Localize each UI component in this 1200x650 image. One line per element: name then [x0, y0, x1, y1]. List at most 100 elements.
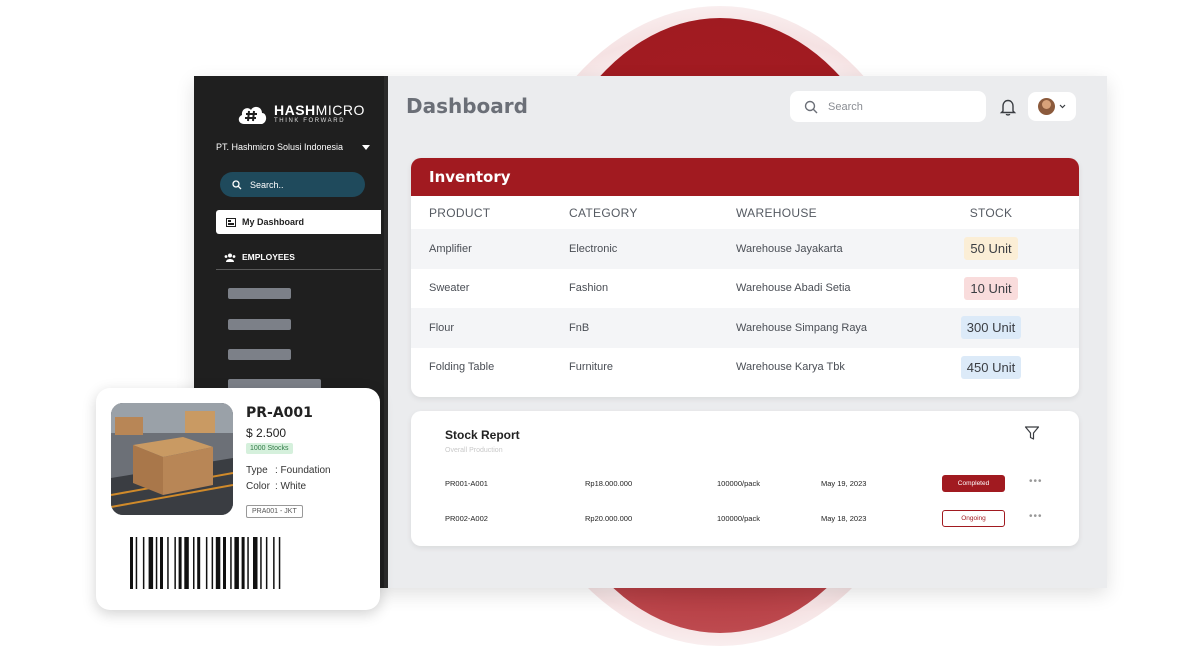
table-row[interactable]: Amplifier Electronic Warehouse Jayakarta… [411, 229, 1079, 269]
sidebar-search-placeholder: Search.. [250, 179, 284, 190]
filter-icon[interactable] [1024, 425, 1040, 441]
barcode-bar [247, 537, 249, 589]
status-badge[interactable]: Ongoing [942, 510, 1005, 527]
stage: HASHMICRO THINK FORWARD PT. Hashmicro So… [0, 0, 1200, 650]
sidebar-item-placeholder[interactable] [228, 349, 291, 360]
cell-category: Fashion [569, 282, 609, 295]
barcode-bar [135, 537, 138, 589]
sidebar-item-placeholder[interactable] [228, 288, 291, 299]
product-color: Color : White [246, 481, 306, 492]
barcode-bar [167, 537, 169, 589]
report-qty: 100000/pack [717, 514, 760, 523]
inventory-title: Inventory [411, 158, 1079, 196]
user-menu-button[interactable] [1028, 92, 1076, 121]
product-card[interactable]: PR-A001 $ 2.500 1000 Stocks Type : Found… [96, 388, 380, 610]
caret-down-icon [362, 144, 370, 150]
table-row[interactable]: Sweater Fashion Warehouse Abadi Setia 10… [411, 269, 1079, 309]
cell-stock: 300 Unit [903, 308, 1079, 348]
cell-stock: 10 Unit [903, 269, 1079, 309]
cell-product: Flour [411, 308, 569, 348]
barcode-bar [211, 537, 214, 589]
cell-warehouse: Warehouse Jayakarta [736, 229, 903, 269]
brand-logo[interactable]: HASHMICRO THINK FORWARD [236, 102, 365, 126]
brand-name-bold: HASH [274, 102, 316, 118]
search-icon [804, 100, 818, 113]
table-row[interactable]: Flour FnB Warehouse Simpang Raya 300 Uni… [411, 308, 1079, 348]
people-icon [224, 253, 236, 262]
company-name: PT. Hashmicro Solusi Indonesia [216, 142, 344, 152]
cell-warehouse: Warehouse Simpang Raya [736, 308, 903, 348]
stock-report-card: Stock Report Overall Production PR001-A0… [411, 411, 1079, 546]
sidebar-item-placeholder[interactable] [228, 319, 291, 330]
sidebar-section-employees[interactable]: EMPLOYEES [224, 252, 295, 262]
status-badge[interactable]: Completed [942, 475, 1005, 492]
bell-icon[interactable] [998, 97, 1018, 117]
barcode-bar [155, 537, 158, 589]
stock-badge: 300 Unit [960, 316, 1022, 340]
barcode-bar [184, 537, 189, 589]
column-header-product: PRODUCT [429, 205, 491, 220]
barcode [130, 537, 281, 589]
product-color-label: Color [246, 481, 270, 492]
inventory-card: Inventory PRODUCT CATEGORY WAREHOUSE STO… [411, 158, 1079, 397]
report-code: PR001-A001 [445, 479, 488, 488]
column-header-category: CATEGORY [569, 205, 638, 220]
cell-stock: 450 Unit [903, 348, 1079, 388]
report-date: May 19, 2023 [821, 479, 867, 488]
more-icon[interactable]: ••• [1029, 511, 1043, 522]
stock-count-badge: 1000 Stocks [246, 443, 293, 454]
chevron-down-icon [1059, 104, 1066, 109]
stock-report-subtitle: Overall Production [445, 447, 503, 454]
page-title: Dashboard [406, 94, 528, 118]
barcode-bar [148, 537, 154, 589]
sidebar-item-my-dashboard[interactable]: My Dashboard [216, 210, 381, 234]
barcode-bar [278, 537, 281, 589]
search-icon [232, 179, 242, 189]
stock-report-title: Stock Report [445, 428, 520, 442]
brand-name-light: MICRO [315, 102, 365, 118]
cell-warehouse: Warehouse Karya Tbk [736, 361, 845, 374]
cell-stock: 50 Unit [903, 229, 1079, 269]
report-qty: 100000/pack [717, 479, 760, 488]
product-type: Type : Foundation [246, 465, 331, 476]
cloud-logo-icon [238, 106, 267, 124]
product-price: $ 2.500 [246, 426, 287, 440]
report-row[interactable]: PR001-A001 Rp18.000.000 100000/pack May … [445, 475, 1055, 492]
barcode-bar [260, 537, 262, 589]
barcode-bar [197, 537, 201, 589]
company-selector[interactable]: PT. Hashmicro Solusi Indonesia [216, 142, 376, 152]
stock-badge: 50 Unit [964, 237, 1018, 261]
sidebar-divider [216, 269, 381, 270]
report-amount: Rp20.000.000 [585, 514, 633, 523]
product-code-tag: PRA001 - JKT [246, 505, 303, 518]
barcode-bar [234, 537, 239, 589]
barcode-bar [253, 537, 258, 589]
report-date: May 18, 2023 [821, 514, 867, 523]
barcode-bar [273, 537, 275, 589]
barcode-bar [230, 537, 232, 589]
brand-tagline: THINK FORWARD [274, 118, 346, 124]
stock-badge: 10 Unit [964, 276, 1018, 300]
barcode-bar [193, 537, 195, 589]
report-code: PR002-A002 [445, 514, 488, 523]
barcode-bar [178, 537, 182, 589]
sidebar-item-label: My Dashboard [242, 217, 305, 227]
column-header-stock: STOCK [969, 205, 1013, 220]
table-row[interactable]: Folding Table Furniture Warehouse Karya … [411, 348, 1079, 388]
report-amount: Rp18.000.000 [585, 479, 633, 488]
cell-product: Sweater [429, 282, 470, 295]
barcode-bar [130, 537, 133, 589]
header-search-input[interactable]: Search [790, 91, 986, 122]
report-row[interactable]: PR002-A002 Rp20.000.000 100000/pack May … [445, 510, 1055, 527]
dashboard-icon [226, 217, 236, 227]
sidebar-section-label: EMPLOYEES [242, 252, 295, 262]
avatar [1038, 98, 1055, 115]
barcode-bar [215, 537, 221, 589]
barcode-bar [205, 537, 208, 589]
sidebar-search[interactable]: Search.. [220, 172, 365, 197]
more-icon[interactable]: ••• [1029, 476, 1043, 487]
barcode-bar [241, 537, 245, 589]
cell-category: Furniture [569, 361, 614, 374]
product-type-value: : Foundation [275, 465, 331, 476]
barcode-bar [174, 537, 176, 589]
